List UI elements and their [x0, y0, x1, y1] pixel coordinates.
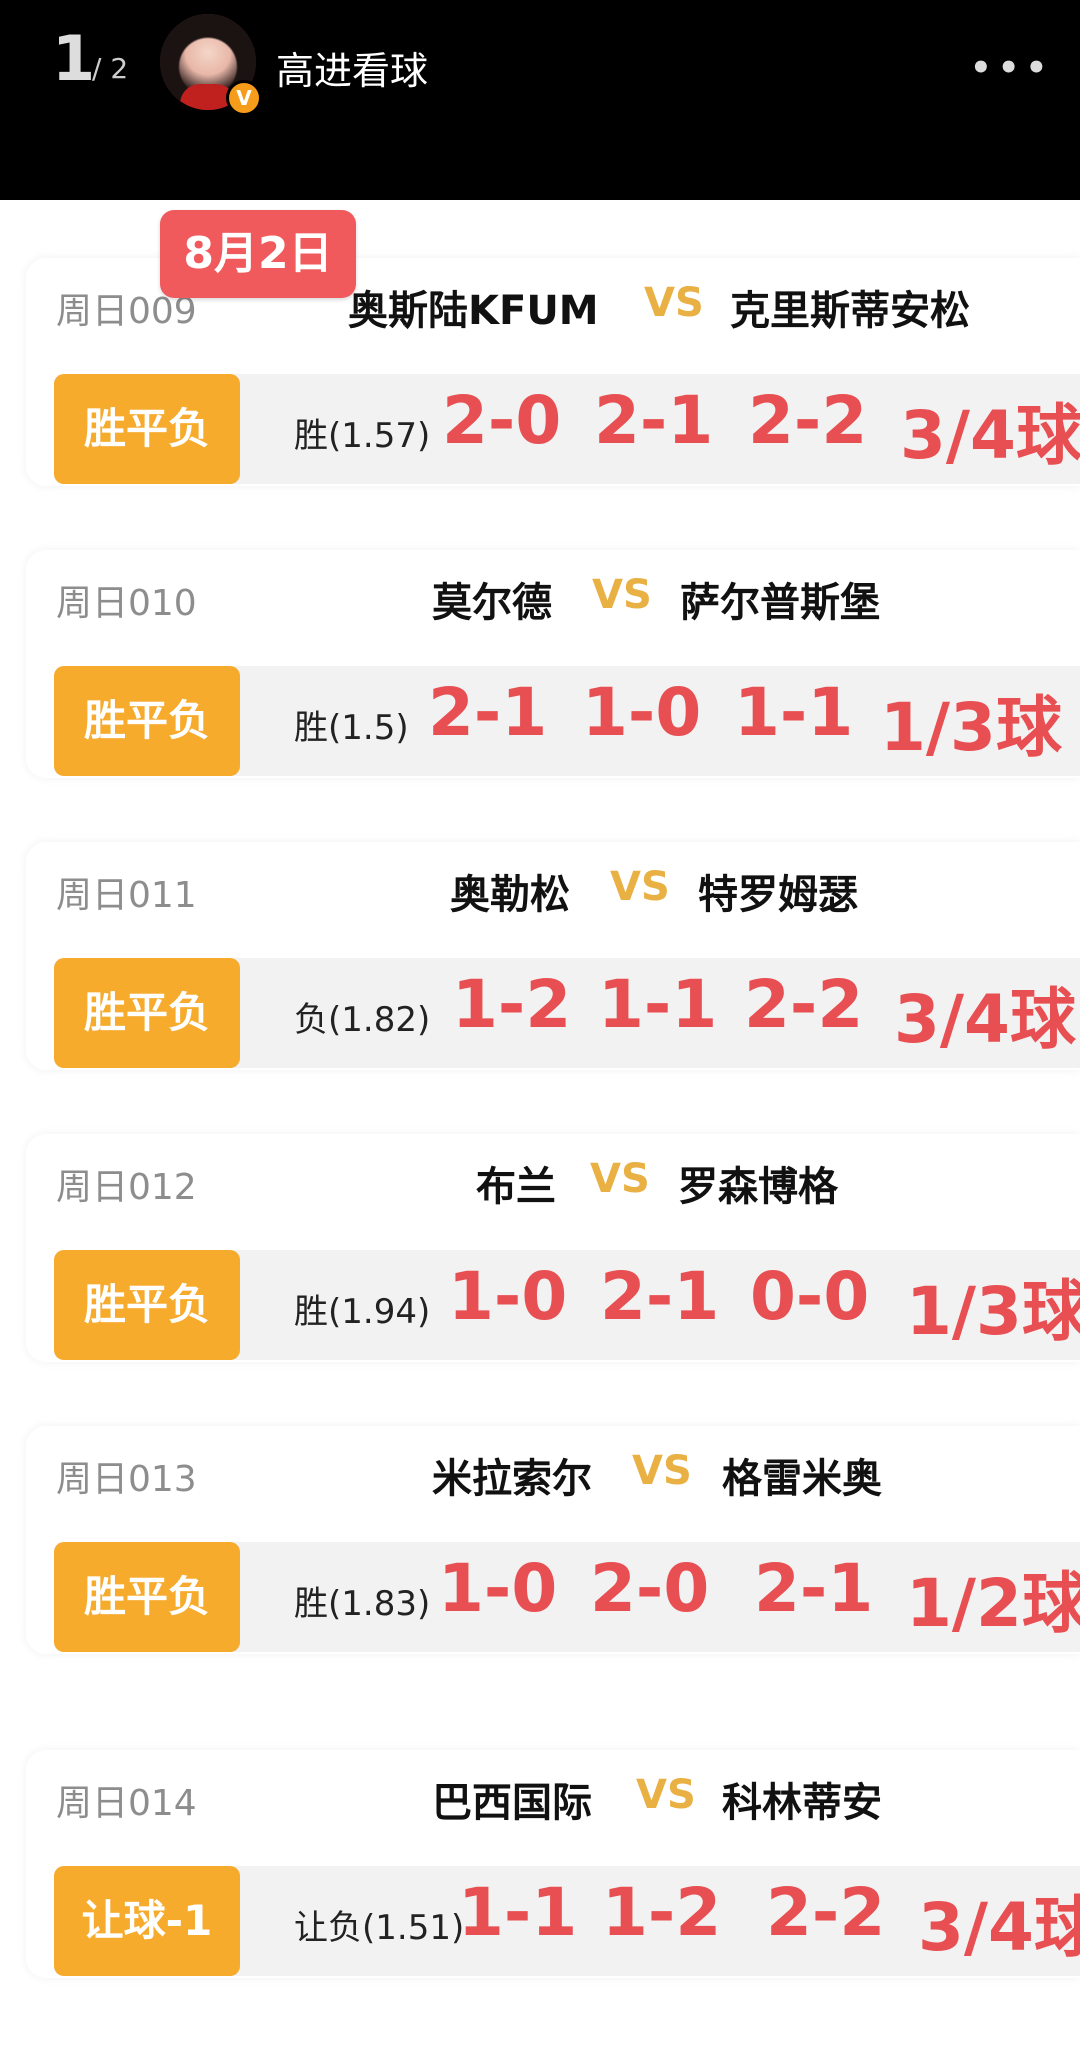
goals-prediction: 3/4球: [918, 1889, 1080, 1966]
match-code: 周日014: [56, 1783, 197, 1824]
page-indicator-total: / 2: [92, 52, 129, 85]
away-team: 萨尔普斯堡: [680, 580, 880, 626]
away-team: 格雷米奥: [722, 1456, 882, 1502]
play-type-badge: 胜平负: [54, 958, 240, 1068]
goals-prediction: 3/4球: [894, 981, 1076, 1058]
prediction-row: 胜平负 胜(1.5) 2-1 1-0 1-1 1/3球: [54, 666, 1080, 776]
play-type-badge: 胜平负: [54, 666, 240, 776]
score-prediction: 1-0: [438, 1550, 558, 1627]
match-code: 周日012: [56, 1167, 197, 1208]
page-indicator-current: 1: [52, 22, 96, 95]
away-team: 科林蒂安: [722, 1780, 882, 1826]
vs-label: VS: [636, 1772, 696, 1818]
odds-label: 胜(1.57): [294, 416, 431, 456]
away-team: 克里斯蒂安松: [730, 288, 970, 334]
score-prediction: 2-1: [428, 674, 548, 751]
away-team: 特罗姆瑟: [698, 872, 858, 918]
match-card: 周日010 莫尔德 VS 萨尔普斯堡 胜平负 胜(1.5) 2-1 1-0 1-…: [26, 550, 1080, 778]
prediction-row: 胜平负 胜(1.83) 1-0 2-0 2-1 1/2球: [54, 1542, 1080, 1652]
play-type-badge: 胜平负: [54, 1250, 240, 1360]
home-team: 奥勒松: [450, 872, 570, 918]
match-card: 周日013 米拉索尔 VS 格雷米奥 胜平负 胜(1.83) 1-0 2-0 2…: [26, 1426, 1080, 1654]
score-prediction: 2-2: [744, 966, 864, 1043]
prediction-row: 胜平负 胜(1.94) 1-0 2-1 0-0 1/3球: [54, 1250, 1080, 1360]
match-card: 周日011 奥勒松 VS 特罗姆瑟 胜平负 负(1.82) 1-2 1-1 2-…: [26, 842, 1080, 1070]
home-team: 巴西国际: [432, 1780, 592, 1826]
odds-label: 胜(1.5): [294, 708, 409, 748]
prediction-row: 胜平负 胜(1.57) 2-0 2-1 2-2 3/4球: [54, 374, 1080, 484]
goals-prediction: 1/3球: [880, 689, 1062, 766]
odds-label: 胜(1.83): [294, 1584, 431, 1624]
play-type-badge: 胜平负: [54, 1542, 240, 1652]
home-team: 奥斯陆KFUM: [348, 288, 599, 334]
score-prediction: 2-1: [754, 1550, 874, 1627]
score-prediction: 1-2: [602, 1874, 722, 1951]
match-code: 周日011: [56, 875, 197, 916]
more-icon[interactable]: •••: [970, 48, 1053, 88]
play-type-badge: 让球-1: [54, 1866, 240, 1976]
home-team: 莫尔德: [432, 580, 552, 626]
verified-badge-icon: V: [226, 80, 262, 116]
odds-label: 让负(1.51): [294, 1908, 465, 1948]
score-prediction: 2-1: [594, 382, 714, 459]
vs-label: VS: [592, 572, 652, 618]
score-prediction: 0-0: [750, 1258, 870, 1335]
goals-prediction: 1/2球: [906, 1565, 1080, 1642]
top-bar: 1 / 2 V 高进看球 •••: [0, 0, 1080, 200]
score-prediction: 1-0: [448, 1258, 568, 1335]
score-prediction: 1-1: [598, 966, 718, 1043]
vs-label: VS: [590, 1156, 650, 1202]
score-prediction: 1-0: [582, 674, 702, 751]
match-code: 周日013: [56, 1459, 197, 1500]
match-code: 周日010: [56, 583, 197, 624]
match-card: 周日014 巴西国际 VS 科林蒂安 让球-1 让负(1.51) 1-1 1-2…: [26, 1750, 1080, 1978]
date-tag: 8月2日: [160, 210, 356, 298]
match-card: 周日012 布兰 VS 罗森博格 胜平负 胜(1.94) 1-0 2-1 0-0…: [26, 1134, 1080, 1362]
score-prediction: 1-2: [452, 966, 572, 1043]
score-prediction: 2-2: [748, 382, 868, 459]
home-team: 米拉索尔: [432, 1456, 592, 1502]
home-team: 布兰: [476, 1164, 556, 1210]
play-type-badge: 胜平负: [54, 374, 240, 484]
score-prediction: 2-0: [590, 1550, 710, 1627]
goals-prediction: 1/3球: [906, 1273, 1080, 1350]
vs-label: VS: [632, 1448, 692, 1494]
score-prediction: 2-1: [600, 1258, 720, 1335]
goals-prediction: 3/4球: [900, 397, 1080, 474]
prediction-row: 胜平负 负(1.82) 1-2 1-1 2-2 3/4球: [54, 958, 1080, 1068]
prediction-row: 让球-1 让负(1.51) 1-1 1-2 2-2 3/4球: [54, 1866, 1080, 1976]
vs-label: VS: [644, 280, 704, 326]
score-prediction: 1-1: [734, 674, 854, 751]
away-team: 罗森博格: [678, 1164, 838, 1210]
score-prediction: 1-1: [458, 1874, 578, 1951]
author-name[interactable]: 高进看球: [276, 40, 428, 95]
score-prediction: 2-2: [766, 1874, 886, 1951]
odds-label: 负(1.82): [294, 1000, 431, 1040]
odds-label: 胜(1.94): [294, 1292, 431, 1332]
vs-label: VS: [610, 864, 670, 910]
score-prediction: 2-0: [442, 382, 562, 459]
